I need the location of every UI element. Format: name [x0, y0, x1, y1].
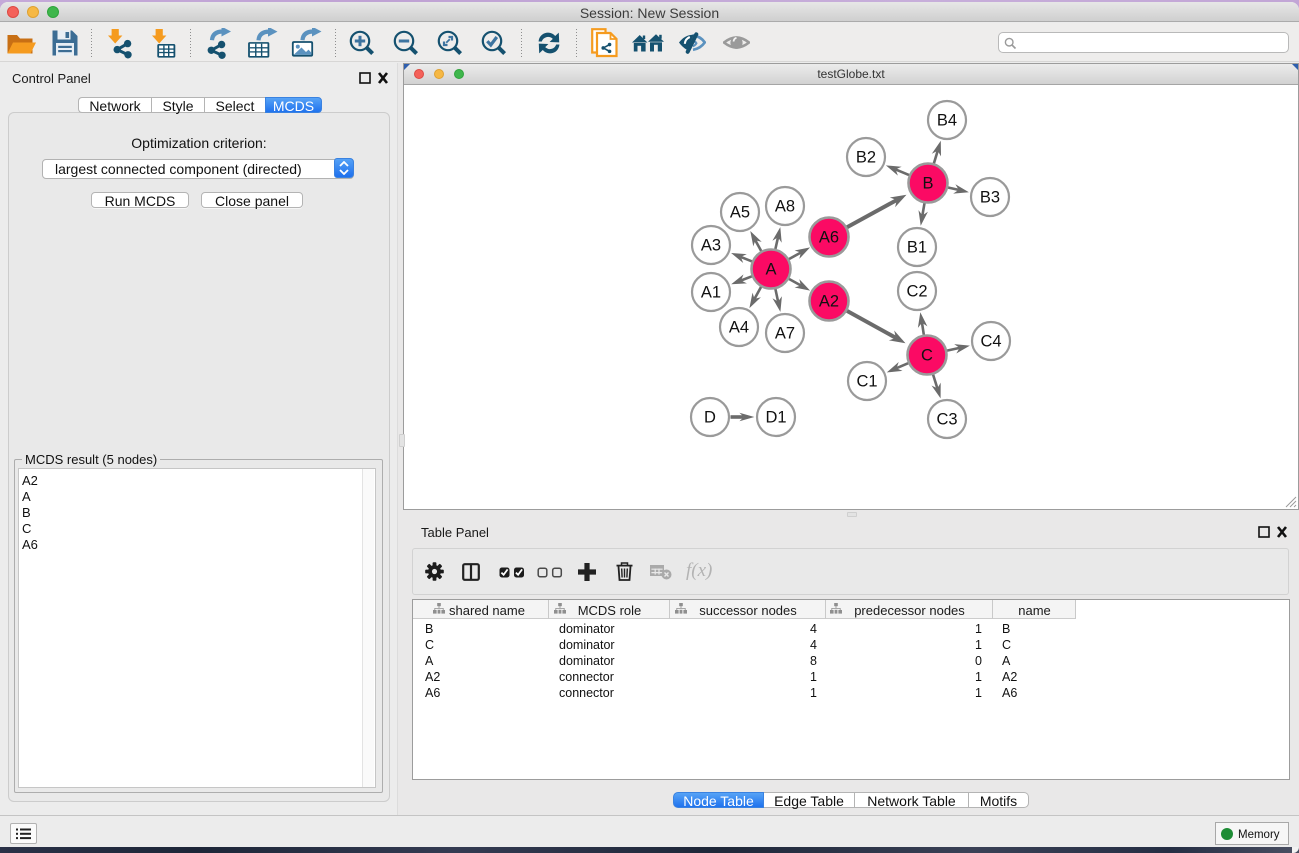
svg-text:B4: B4 — [937, 112, 957, 130]
svg-text:A: A — [765, 261, 776, 279]
svg-text:B2: B2 — [856, 149, 876, 167]
svg-text:A6: A6 — [819, 229, 839, 247]
svg-text:C: C — [921, 347, 933, 365]
svg-text:C1: C1 — [856, 373, 877, 391]
svg-text:B: B — [922, 175, 933, 193]
svg-text:A7: A7 — [775, 325, 795, 343]
svg-text:D1: D1 — [765, 409, 786, 427]
svg-text:A4: A4 — [729, 319, 749, 337]
svg-text:B1: B1 — [907, 239, 927, 257]
svg-text:A5: A5 — [730, 204, 750, 222]
svg-text:B3: B3 — [980, 189, 1000, 207]
svg-text:A8: A8 — [775, 198, 795, 216]
svg-text:A3: A3 — [701, 237, 721, 255]
svg-text:C2: C2 — [906, 283, 927, 301]
svg-text:A1: A1 — [701, 284, 721, 302]
svg-text:C4: C4 — [980, 333, 1001, 351]
svg-text:C3: C3 — [936, 411, 957, 429]
svg-text:A2: A2 — [819, 293, 839, 311]
svg-text:D: D — [704, 409, 716, 427]
